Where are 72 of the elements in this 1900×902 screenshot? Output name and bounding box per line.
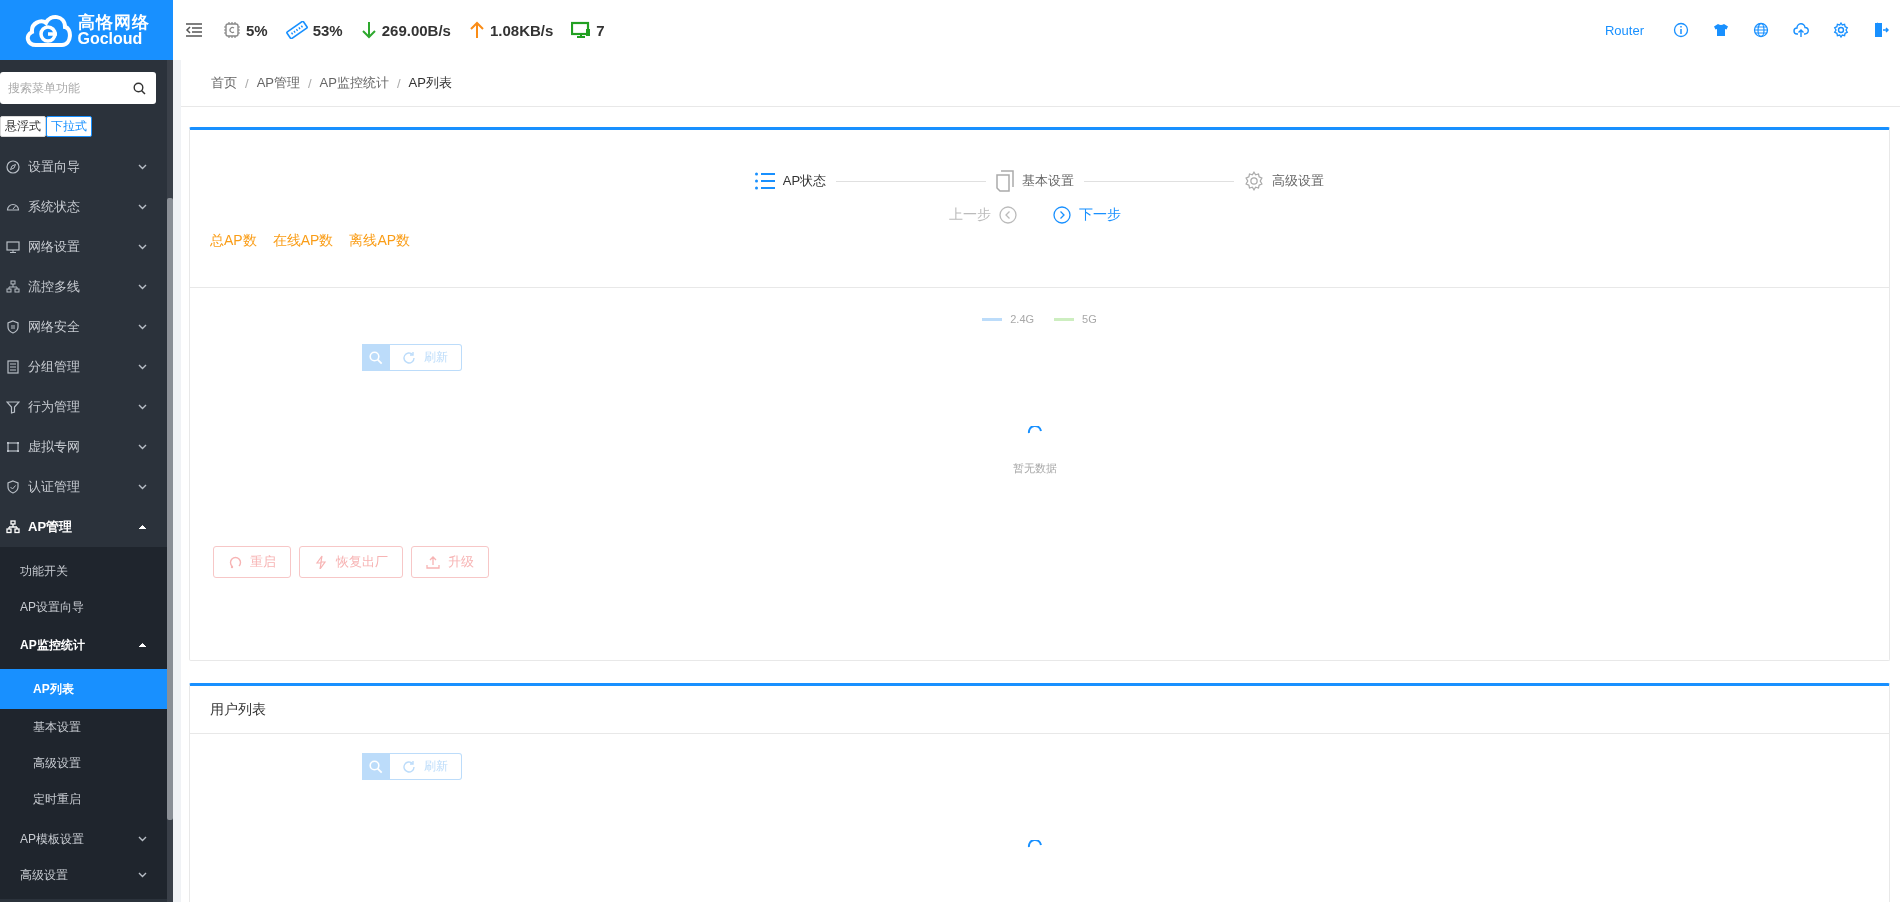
shield-icon <box>6 320 20 334</box>
stat-value: 53% <box>312 21 343 39</box>
legend-label: 5G <box>1082 313 1097 325</box>
step-tab[interactable]: 基本设置 <box>996 170 1075 192</box>
step-tab[interactable]: AP状态 <box>754 172 827 190</box>
chip-icon <box>223 21 241 39</box>
menu-item[interactable]: 网络设置 <box>0 227 167 267</box>
menu-mode-toggle[interactable]: 悬浮式 <box>0 116 46 137</box>
compass-icon <box>6 160 20 174</box>
stat-value: 7 <box>596 21 605 39</box>
hierarchy-icon <box>6 280 20 294</box>
stat-value: 1.08KB/s <box>489 21 554 39</box>
memory-stick-icon <box>285 21 308 39</box>
filter-icon <box>6 400 20 414</box>
menu-item[interactable]: 定时重启 <box>0 781 167 817</box>
search-icon <box>133 82 146 95</box>
menu-item[interactable]: 系统状态 <box>0 187 167 227</box>
menu-item[interactable]: 功能开关 <box>0 553 167 589</box>
breadcrumb-item: AP列表 <box>408 74 452 92</box>
breadcrumb-item[interactable]: AP监控统计 <box>319 74 389 92</box>
menu-item[interactable]: AP监控统计 <box>0 625 167 665</box>
menu-item[interactable]: 设置向导 <box>0 147 167 187</box>
legend-label: 2.4G <box>1010 313 1035 325</box>
menu-item[interactable]: AP模板设置 <box>0 821 167 857</box>
arrow-up-icon <box>468 21 485 39</box>
card-title: 用户列表 <box>210 700 266 719</box>
menu-item[interactable]: 虚拟专网 <box>0 427 167 467</box>
breadcrumb-separator: / <box>307 75 312 91</box>
circle-chevron-right-icon <box>1052 206 1071 224</box>
stat-value: 5% <box>246 21 268 39</box>
monitor-icon <box>6 240 20 254</box>
menu-collapse-icon[interactable] <box>185 23 203 37</box>
menu-item[interactable]: 基本设置 <box>0 709 167 745</box>
menu-item[interactable]: AP设置向导 <box>0 589 167 625</box>
menu-item[interactable]: 行为管理 <box>0 387 167 427</box>
settings-icon <box>1244 171 1265 191</box>
menu-search-field[interactable]: 搜索菜单功能 <box>0 72 156 104</box>
documents-icon <box>996 170 1015 192</box>
upload-icon <box>426 555 440 569</box>
step-tab[interactable]: 高级设置 <box>1244 171 1325 191</box>
scrollbar[interactable] <box>167 198 173 820</box>
frame-icon <box>6 440 20 454</box>
refresh-icon <box>402 759 416 774</box>
menu-item[interactable]: AP管理 <box>0 507 167 547</box>
menu-item[interactable]: 流控多线 <box>0 267 167 307</box>
breadcrumb-item[interactable]: 首页 <box>211 74 237 92</box>
empty-text: 暂无数据 <box>1012 461 1057 476</box>
headset-icon <box>228 555 242 569</box>
breadcrumb-item[interactable]: AP管理 <box>256 74 300 92</box>
monitor-icon <box>571 21 592 39</box>
menu-item[interactable]: 网络安全 <box>0 307 167 347</box>
circle-chevron-left-icon <box>998 206 1017 224</box>
logo-subtitle: Gocloud <box>77 30 143 47</box>
menu-item[interactable]: 高级设置 <box>0 745 167 781</box>
logo-title: 高恪网络 <box>77 13 150 31</box>
loading-spinner-icon <box>1026 426 1043 434</box>
breadcrumb-separator: / <box>245 75 249 91</box>
loading-spinner-icon <box>1026 840 1043 848</box>
list-icon <box>754 172 775 190</box>
hierarchy-icon <box>6 520 20 534</box>
menu-item[interactable]: 认证管理 <box>0 467 167 507</box>
search-icon <box>369 759 383 774</box>
lightning-icon <box>314 555 328 569</box>
refresh-icon <box>402 350 416 365</box>
document-icon <box>6 360 20 374</box>
breadcrumb-separator: / <box>396 75 401 91</box>
arrow-down-icon <box>360 21 377 39</box>
menu-item[interactable]: 分组管理 <box>0 347 167 387</box>
stat-value: 269.00B/s <box>381 21 451 39</box>
search-icon <box>369 350 383 365</box>
menu-item[interactable]: 高级设置 <box>0 857 167 893</box>
shield-check-icon <box>6 480 20 494</box>
